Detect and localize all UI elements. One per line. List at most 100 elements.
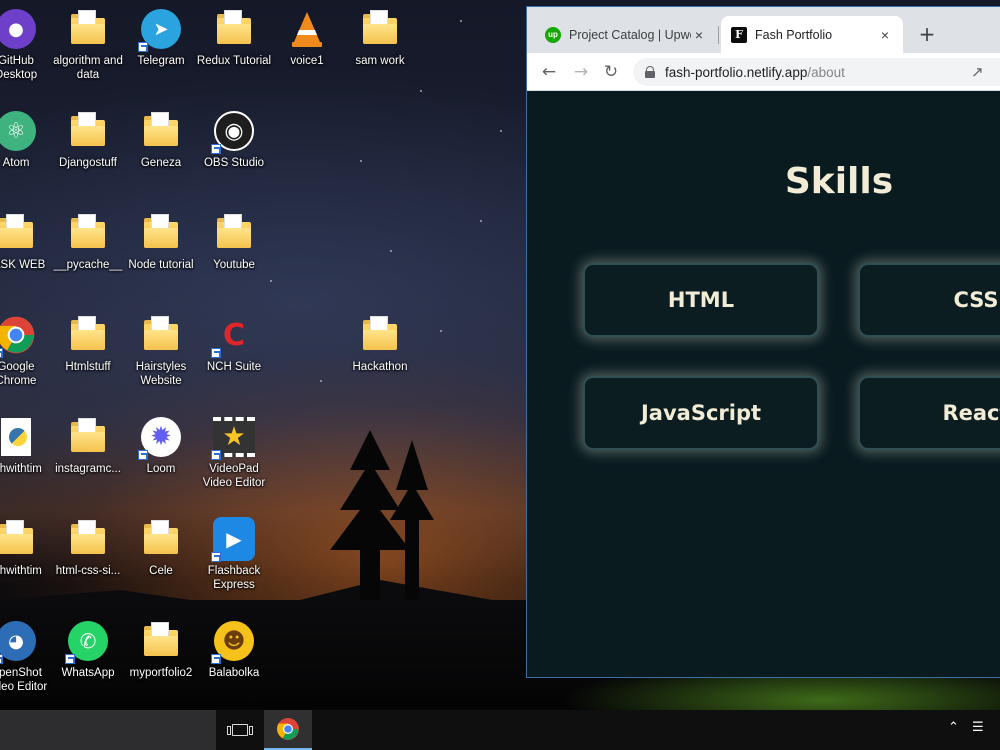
desktop-icon-label: WhatsApp: [61, 667, 115, 679]
desktop-icon-label: Cele: [149, 565, 173, 577]
desktop-icon[interactable]: voice1: [271, 0, 343, 90]
folder-icon: [213, 8, 255, 50]
desktop-icon[interactable]: C NCH Suite: [198, 306, 270, 396]
desktop-icon[interactable]: ✹ Loom: [125, 408, 197, 498]
openshot-icon: ◕: [0, 620, 37, 664]
skill-card-css: CSS: [858, 263, 1000, 337]
shortcut-arrow-icon: [65, 654, 75, 664]
desktop-icon[interactable]: ★ VideoPad Video Editor: [198, 408, 270, 498]
desktop-icon-label: GitHub Desktop: [0, 55, 38, 81]
desktop-icon-label: Htmlstuff: [65, 361, 111, 373]
python-file-icon: [0, 416, 37, 458]
vlc-icon: [286, 8, 328, 50]
shortcut-arrow-icon: [0, 654, 3, 664]
desktop-icon[interactable]: Cele: [125, 510, 197, 600]
desktop-icon[interactable]: algorithm and data: [52, 0, 124, 90]
desktop-icon-label: __pycache__: [53, 259, 123, 271]
close-icon[interactable]: ×: [691, 27, 707, 43]
desktop-icon[interactable]: ☻ Balabolka: [198, 612, 270, 702]
desktop-icon[interactable]: Node tutorial: [125, 204, 197, 294]
tab-strip: up Project Catalog | Upwork × F Fash Por…: [527, 7, 1000, 53]
url-host: fash-portfolio.netlify.app: [665, 64, 808, 80]
desktop-icon-label: Redux Tutorial: [196, 55, 272, 67]
desktop-icon-label: TASK WEB: [0, 259, 46, 271]
task-view-icon[interactable]: [222, 710, 258, 750]
desktop-icon[interactable]: ➤ Telegram: [125, 0, 197, 90]
share-icon[interactable]: ↗: [971, 63, 984, 81]
chrome-icon: [0, 314, 37, 358]
folder-icon: [67, 314, 109, 356]
obs-icon: ◉: [211, 110, 255, 154]
skill-card-react: React: [858, 376, 1000, 450]
desktop-icon[interactable]: Redux Tutorial: [196, 0, 272, 90]
desktop-icon-label: myportfolio2: [129, 667, 193, 679]
desktop-icon[interactable]: Youtube: [198, 204, 270, 294]
desktop-icon-label: OpenShot Video Editor: [0, 667, 48, 693]
desktop-icon[interactable]: instagramc...: [52, 408, 124, 498]
chevron-up-icon[interactable]: ⌃: [948, 720, 959, 735]
desktop-icon[interactable]: html-css-si...: [52, 510, 124, 600]
skill-card-javascript: JavaScript: [583, 376, 819, 450]
folder-icon: [140, 518, 182, 560]
desktop-icon[interactable]: ...hwithtim: [0, 408, 52, 498]
reload-icon[interactable]: ↻: [597, 58, 625, 86]
desktop-icon[interactable]: sam work: [344, 0, 416, 90]
shortcut-arrow-icon: [211, 654, 221, 664]
tree-silhouette: [330, 430, 434, 620]
wifi-icon[interactable]: ☰: [972, 720, 984, 735]
folder-icon: [67, 416, 109, 458]
shortcut-arrow-icon: [138, 450, 148, 460]
desktop-icon-label: Atom: [2, 157, 30, 169]
fash-icon: F: [731, 26, 747, 43]
desktop-icon[interactable]: Hairstyles Website: [125, 306, 197, 396]
desktop-icon[interactable]: ...hwithtim: [0, 510, 52, 600]
shortcut-arrow-icon: [211, 450, 221, 460]
desktop-icon[interactable]: Djangostuff: [52, 102, 124, 192]
desktop-icon[interactable]: myportfolio2: [125, 612, 197, 702]
tab-title: Project Catalog | Upwork: [569, 27, 691, 42]
page-content: Skills HTML CSS JavaScript React: [527, 91, 1000, 677]
tab-upwork[interactable]: up Project Catalog | Upwork ×: [535, 16, 717, 53]
tab-fash-portfolio[interactable]: F Fash Portfolio ×: [721, 16, 903, 53]
forward-icon[interactable]: →: [567, 58, 595, 86]
desktop-icon-label: Telegram: [137, 55, 185, 67]
browser-window[interactable]: up Project Catalog | Upwork × F Fash Por…: [526, 6, 1000, 678]
new-tab-button[interactable]: +: [913, 21, 941, 49]
desktop-icon-label: Djangostuff: [59, 157, 117, 169]
desktop-icon-label: VideoPad Video Editor: [202, 463, 266, 489]
desktop-icon[interactable]: ✆ WhatsApp: [52, 612, 124, 702]
desktop-icon[interactable]: Htmlstuff: [52, 306, 124, 396]
atom-icon: ⚛: [0, 110, 37, 152]
close-icon[interactable]: ×: [877, 27, 893, 43]
folder-icon: [0, 212, 37, 254]
desktop-icon[interactable]: ◉ OBS Studio: [198, 102, 270, 192]
desktop-icon[interactable]: Hackathon: [344, 306, 416, 396]
back-icon[interactable]: ←: [535, 58, 563, 86]
desktop-icon[interactable]: ▶ Flashback Express: [198, 510, 270, 600]
desktop-icon[interactable]: __pycache__: [52, 204, 124, 294]
taskbar-search[interactable]: [0, 710, 216, 750]
desktop-icon-label: OBS Studio: [203, 157, 265, 169]
desktop-icon[interactable]: ● GitHub Desktop: [0, 0, 52, 90]
desktop-icon[interactable]: ⚛ Atom: [0, 102, 52, 192]
desktop-icon[interactable]: ◕ OpenShot Video Editor: [0, 612, 52, 702]
desktop-icon-label: Hairstyles Website: [135, 361, 187, 387]
desktop-icon-label: Flashback Express: [207, 565, 261, 591]
desktop-icon-label: NCH Suite: [206, 361, 262, 373]
desktop-icon-label: Google Chrome: [0, 361, 37, 387]
desktop-icon[interactable]: Geneza: [125, 102, 197, 192]
taskbar-chrome-button[interactable]: [264, 710, 312, 750]
folder-icon: [140, 110, 182, 152]
desktop-icon-label: Loom: [146, 463, 176, 475]
balabolka-icon: ☻: [211, 620, 255, 664]
folder-icon: [67, 212, 109, 254]
desktop-icon[interactable]: Google Chrome: [0, 306, 52, 396]
desktop-icon-label: Youtube: [213, 259, 255, 271]
shortcut-arrow-icon: [0, 348, 3, 358]
shortcut-arrow-icon: [211, 552, 221, 562]
folder-icon: [140, 314, 182, 356]
desktop-icon-label: ...hwithtim: [0, 565, 42, 577]
desktop-icon[interactable]: TASK WEB: [0, 204, 52, 294]
address-bar[interactable]: fash-portfolio.netlify.app/about: [633, 58, 1000, 86]
flashback-icon: ▶: [211, 517, 255, 562]
